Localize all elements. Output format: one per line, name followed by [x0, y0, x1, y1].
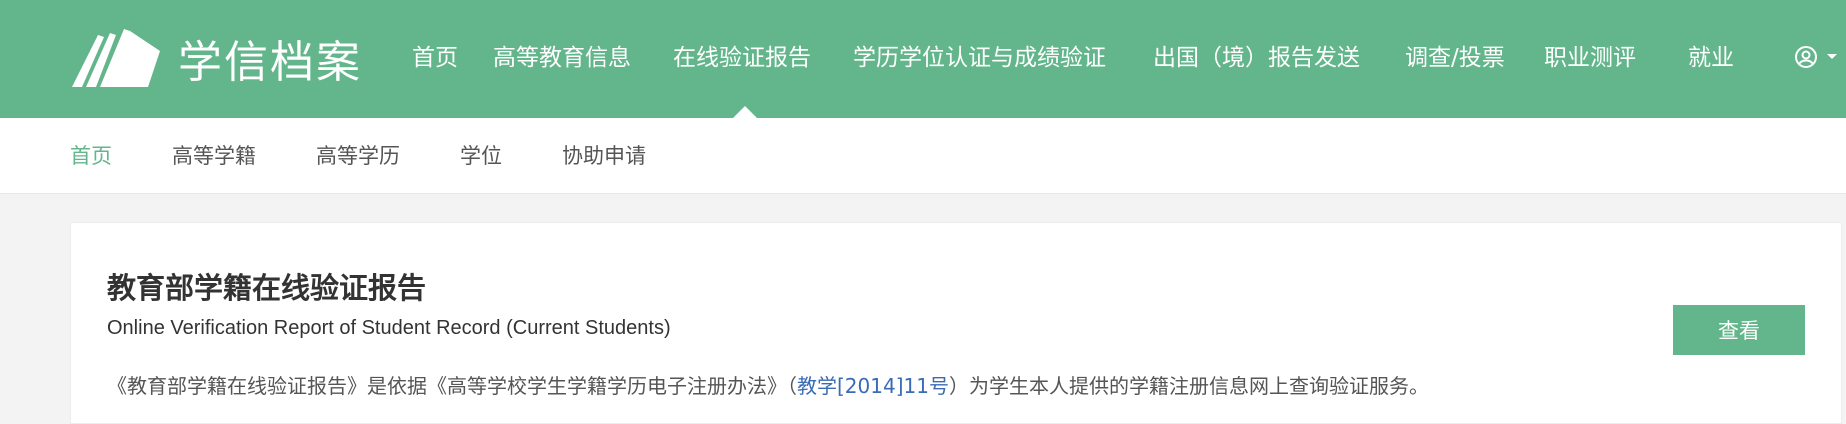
- nav-online-verification-report[interactable]: 在线验证报告: [673, 40, 811, 76]
- active-nav-indicator: [733, 106, 757, 118]
- top-navigation-bar: 学信档案 首页 高等教育信息 在线验证报告 学历学位认证与成绩验证 出国（境）报…: [0, 0, 1846, 118]
- regulation-link[interactable]: 教学[2014]11号: [797, 374, 949, 398]
- nav-career-assessment[interactable]: 职业测评: [1544, 40, 1636, 76]
- card-title: 教育部学籍在线验证报告: [107, 271, 427, 305]
- logo[interactable]: 学信档案: [70, 28, 362, 88]
- sub-navigation-bar: 首页 高等学籍 高等学历 学位 协助申请: [0, 118, 1846, 194]
- logo-text: 学信档案: [178, 37, 362, 88]
- verification-report-card: 教育部学籍在线验证报告 Online Verification Report o…: [70, 222, 1842, 424]
- nav-higher-education-info[interactable]: 高等教育信息: [493, 40, 631, 76]
- card-description-text-start: 《教育部学籍在线验证报告》是依据《高等学校学生学籍学历电子注册办法》（: [107, 374, 797, 398]
- nav-survey-vote[interactable]: 调查/投票: [1405, 40, 1505, 76]
- card-description: 《教育部学籍在线验证报告》是依据《高等学校学生学籍学历电子注册办法》（教学[20…: [107, 370, 1429, 399]
- chevron-down-icon: [1827, 54, 1837, 59]
- nav-employment[interactable]: 就业: [1688, 40, 1734, 76]
- nav-degree-certification[interactable]: 学历学位认证与成绩验证: [853, 40, 1106, 76]
- user-menu[interactable]: [1794, 45, 1838, 69]
- subnav-degree[interactable]: 学位: [460, 142, 502, 170]
- subnav-home[interactable]: 首页: [70, 142, 112, 170]
- card-subtitle: Online Verification Report of Student Re…: [107, 317, 671, 339]
- subnav-assist-application[interactable]: 协助申请: [562, 142, 646, 170]
- nav-home[interactable]: 首页: [412, 40, 458, 76]
- nav-overseas-report[interactable]: 出国（境）报告发送: [1153, 40, 1360, 76]
- view-button[interactable]: 查看: [1673, 305, 1805, 355]
- subnav-student-status[interactable]: 高等学籍: [172, 142, 256, 170]
- subnav-education-record[interactable]: 高等学历: [316, 142, 400, 170]
- card-description-text-end: ）为学生本人提供的学籍注册信息网上查询验证服务。: [948, 374, 1429, 398]
- user-circle-icon: [1795, 46, 1817, 68]
- logo-icon: [72, 29, 160, 87]
